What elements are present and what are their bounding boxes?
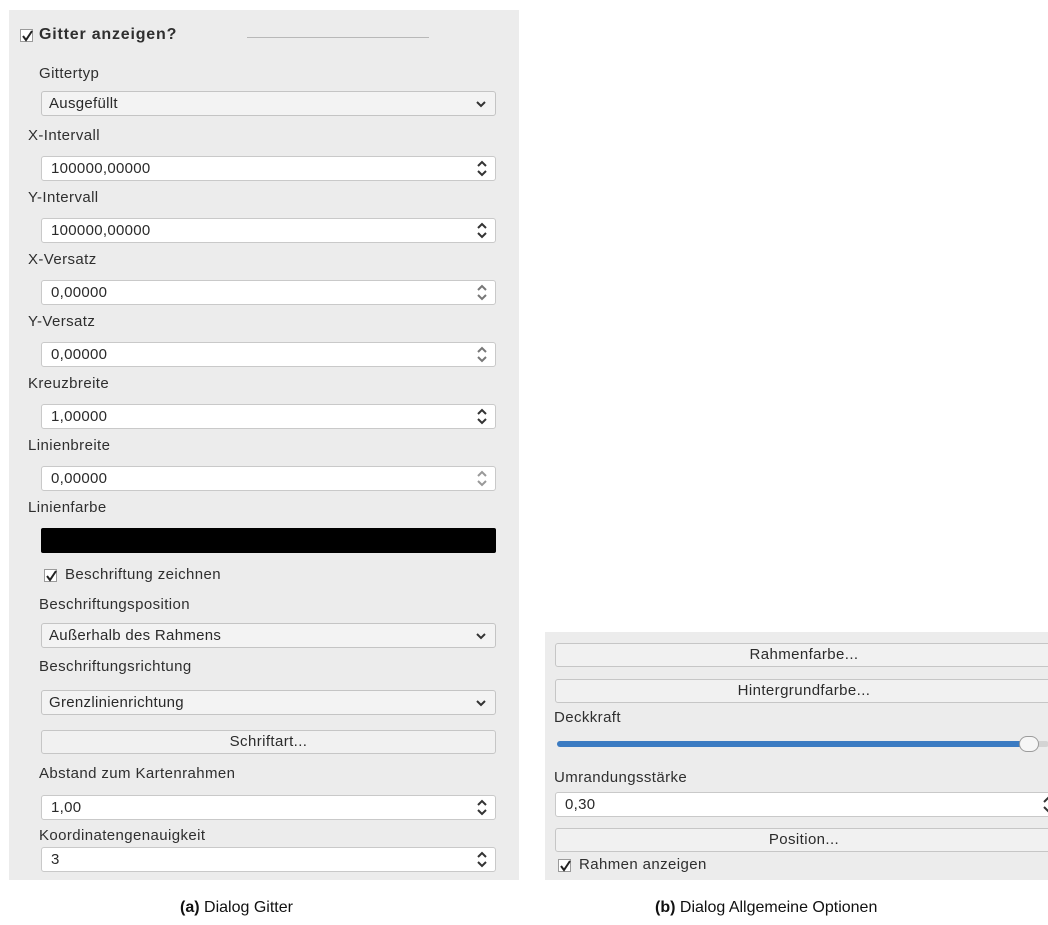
y-offset-label: Y-Versatz: [28, 313, 96, 330]
group-separator: [247, 37, 429, 38]
draw-labels-checkbox[interactable]: [44, 569, 57, 582]
checkmark-icon: [560, 860, 571, 872]
grid-type-select[interactable]: Ausgefüllt: [41, 91, 496, 116]
caption-a: (a) Dialog Gitter: [180, 899, 293, 917]
grid-type-value: Ausgefüllt: [49, 95, 118, 112]
grid-type-label: Gittertyp: [39, 65, 100, 82]
y-interval-label: Y-Intervall: [28, 189, 99, 206]
caption-a-text: Dialog Gitter: [204, 899, 293, 916]
y-offset-spinbox[interactable]: 0,00000: [41, 342, 496, 367]
general-options-dialog: Rahmenfarbe... Hintergrundfarbe... Deckk…: [545, 632, 1048, 880]
caption-b: (b) Dialog Allgemeine Optionen: [655, 899, 877, 917]
spin-arrows-icon[interactable]: [476, 407, 488, 426]
label-direction-value: Grenzlinienrichtung: [49, 694, 184, 711]
caption-a-prefix: (a): [180, 899, 200, 916]
spin-arrows-icon[interactable]: [476, 850, 488, 869]
label-position-value: Außerhalb des Rahmens: [49, 627, 222, 644]
caption-b-text: Dialog Allgemeine Optionen: [679, 899, 878, 916]
show-frame-label: Rahmen anzeigen: [579, 856, 707, 873]
y-interval-value: 100000,00000: [51, 222, 151, 239]
outline-width-label: Umrandungsstärke: [554, 769, 688, 786]
y-offset-value: 0,00000: [51, 346, 108, 363]
background-color-button[interactable]: Hintergrundfarbe...: [555, 679, 1048, 703]
opacity-slider-fill: [557, 741, 1030, 747]
spin-arrows-icon[interactable]: [476, 798, 488, 817]
coord-precision-value: 3: [51, 851, 60, 868]
show-frame-checkbox[interactable]: [558, 859, 571, 872]
label-position-label: Beschriftungsposition: [39, 596, 190, 613]
grid-dialog: Gitter anzeigen? Gittertyp Ausgefüllt X-…: [9, 10, 519, 880]
checkmark-icon: [22, 30, 33, 42]
chevron-down-icon: [476, 101, 486, 108]
caption-b-prefix: (b): [655, 899, 676, 916]
x-interval-value: 100000,00000: [51, 160, 151, 177]
cross-width-label: Kreuzbreite: [28, 375, 110, 392]
opacity-slider-handle[interactable]: [1019, 736, 1040, 752]
x-interval-label: X-Intervall: [28, 127, 100, 144]
line-width-spinbox[interactable]: 0,00000: [41, 466, 496, 491]
line-color-label: Linienfarbe: [28, 499, 107, 516]
frame-distance-value: 1,00: [51, 799, 82, 816]
frame-distance-spinbox[interactable]: 1,00: [41, 795, 496, 820]
group-title: Gitter anzeigen?: [39, 26, 178, 43]
outline-width-spinbox[interactable]: 0,30: [555, 792, 1048, 817]
x-offset-label: X-Versatz: [28, 251, 97, 268]
line-color-button[interactable]: [41, 528, 496, 553]
label-direction-select[interactable]: Grenzlinienrichtung: [41, 690, 496, 715]
x-offset-value: 0,00000: [51, 284, 108, 301]
opacity-label: Deckkraft: [554, 709, 621, 726]
coord-precision-spinbox[interactable]: 3: [41, 847, 496, 872]
line-width-value: 0,00000: [51, 470, 108, 487]
cross-width-spinbox[interactable]: 1,00000: [41, 404, 496, 429]
spin-arrows-icon[interactable]: [476, 283, 488, 302]
label-direction-label: Beschriftungsrichtung: [39, 658, 192, 675]
spin-arrows-icon[interactable]: [476, 221, 488, 240]
spin-arrows-icon[interactable]: [476, 469, 488, 488]
x-interval-spinbox[interactable]: 100000,00000: [41, 156, 496, 181]
opacity-slider[interactable]: [557, 736, 1048, 752]
draw-labels-label: Beschriftung zeichnen: [65, 566, 221, 583]
show-grid-checkbox[interactable]: [20, 29, 33, 42]
y-interval-spinbox[interactable]: 100000,00000: [41, 218, 496, 243]
label-position-select[interactable]: Außerhalb des Rahmens: [41, 623, 496, 648]
spin-arrows-icon[interactable]: [1042, 795, 1048, 814]
frame-color-button[interactable]: Rahmenfarbe...: [555, 643, 1048, 667]
spin-arrows-icon[interactable]: [476, 159, 488, 178]
chevron-down-icon: [476, 700, 486, 707]
x-offset-spinbox[interactable]: 0,00000: [41, 280, 496, 305]
coord-precision-label: Koordinatengenauigkeit: [39, 827, 206, 844]
spin-arrows-icon[interactable]: [476, 345, 488, 364]
line-width-label: Linienbreite: [28, 437, 111, 454]
cross-width-value: 1,00000: [51, 408, 108, 425]
position-button[interactable]: Position...: [555, 828, 1048, 852]
outline-width-value: 0,30: [565, 796, 596, 813]
font-button[interactable]: Schriftart...: [41, 730, 496, 754]
checkmark-icon: [46, 570, 57, 582]
chevron-down-icon: [476, 633, 486, 640]
frame-distance-label: Abstand zum Kartenrahmen: [39, 765, 236, 782]
